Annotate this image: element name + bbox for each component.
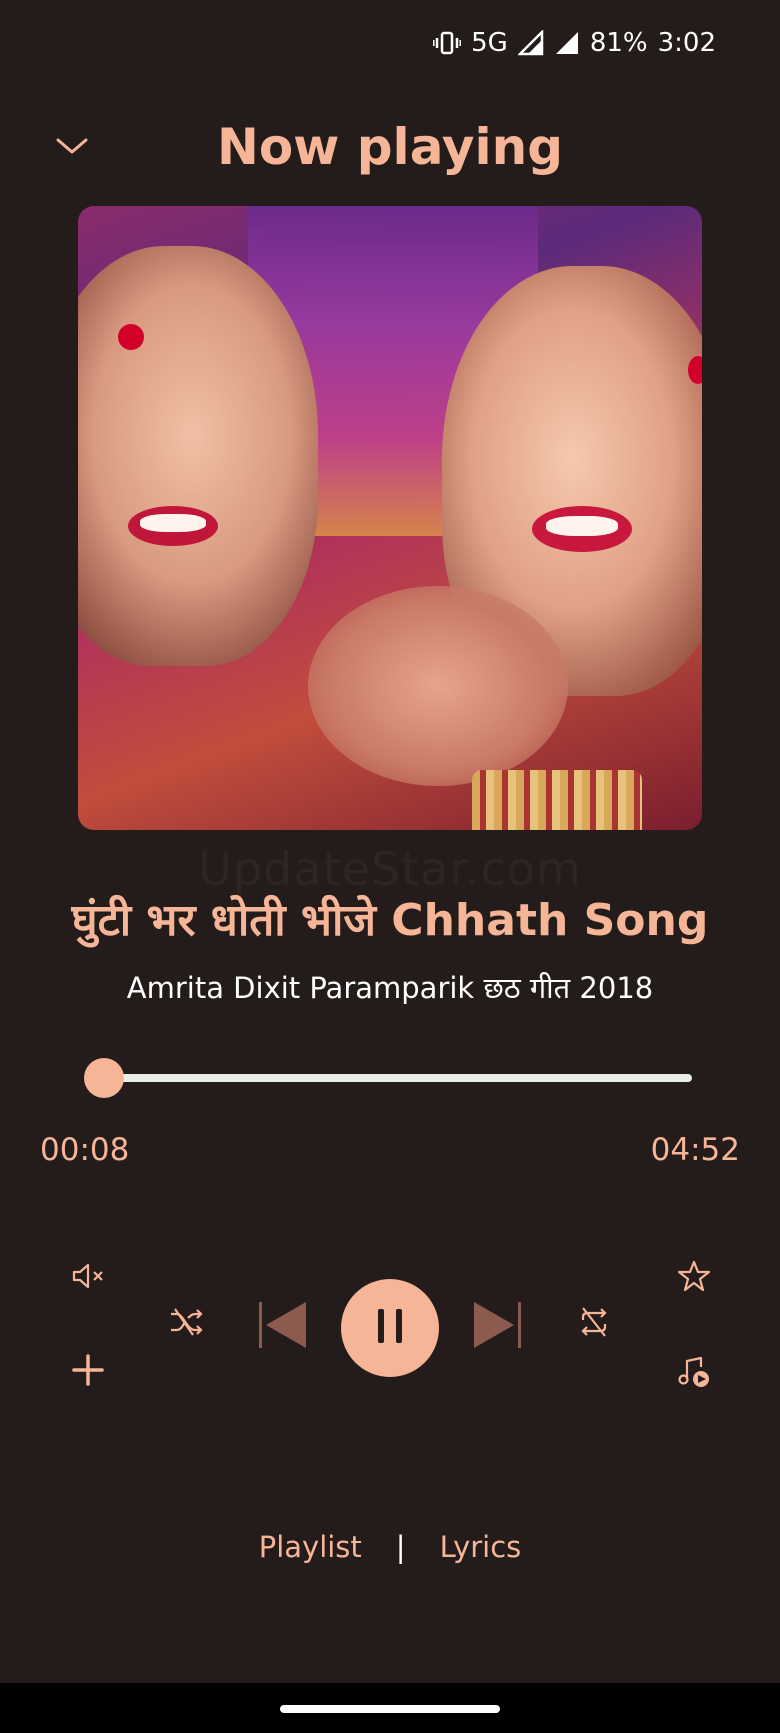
page-title: Now playing [216,118,564,176]
now-playing-screen: 5G 81% 3:02 Now playing UpdateStar.com घ… [0,0,780,1733]
mute-button[interactable] [68,1258,108,1298]
pause-button[interactable] [341,1279,439,1377]
signal-icon [517,30,544,56]
repeat-button[interactable] [574,1304,614,1344]
song-artist: Amrita Dixit Paramparik छठ गीत 2018 [126,971,654,1005]
add-to-playlist-button[interactable] [68,1352,108,1392]
repeat-off-icon [577,1305,611,1343]
star-icon [677,1259,711,1297]
battery-level: 81% [589,28,648,58]
next-button[interactable] [470,1300,524,1354]
shuffle-button[interactable] [166,1304,206,1344]
volume-mute-icon [71,1261,105,1295]
tab-playlist[interactable]: Playlist [259,1530,362,1564]
song-title: घुंटी भर धोती भीजे Chhath Song [71,895,709,946]
elapsed-time: 00:08 [40,1132,130,1168]
seek-thumb[interactable] [84,1058,124,1098]
previous-button[interactable] [256,1300,310,1354]
vibrate-icon [433,30,462,56]
album-art [78,206,702,830]
tab-separator: | [395,1530,406,1564]
shuffle-off-icon [169,1307,203,1341]
status-bar: 5G 81% 3:02 [433,28,716,58]
total-time: 04:52 [650,1132,740,1168]
skip-next-icon [470,1298,524,1356]
favorite-button[interactable] [672,1256,716,1300]
music-queue-icon [677,1355,711,1393]
signal-icon [554,30,580,56]
home-indicator[interactable] [280,1705,500,1713]
seek-bar[interactable] [104,1074,692,1082]
pause-icon [373,1306,407,1350]
tab-lyrics[interactable]: Lyrics [440,1530,522,1564]
clock: 3:02 [657,28,716,58]
queue-button[interactable] [672,1352,716,1396]
bottom-tabs: Playlist | Lyrics [0,1530,780,1564]
network-type: 5G [471,28,508,58]
plus-icon [72,1354,104,1390]
skip-previous-icon [256,1298,310,1356]
